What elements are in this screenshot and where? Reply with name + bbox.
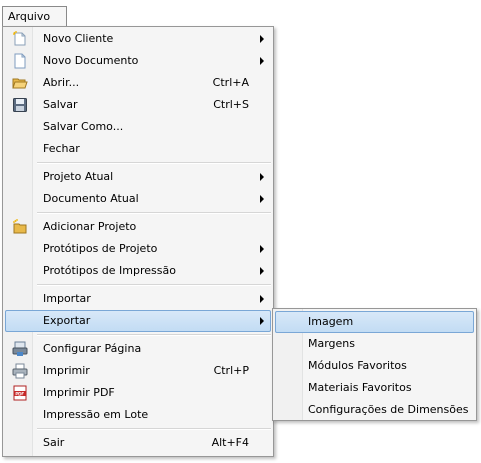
menu-item-shortcut: Ctrl+P xyxy=(213,364,249,377)
menu-item-shortcut: Ctrl+S xyxy=(213,98,249,111)
submenu-item-imagem[interactable]: Imagem xyxy=(275,311,474,333)
menu-item-label: Salvar Como... xyxy=(43,120,124,133)
menu-item-label: Fechar xyxy=(43,142,80,155)
menu-item-label: Configurar Página xyxy=(43,342,142,355)
submenu-arrow-icon xyxy=(260,267,264,275)
menu-item-label: Impressão em Lote xyxy=(43,408,149,421)
menu-item-label: Projeto Atual xyxy=(43,170,114,183)
menu-item-documento-atual[interactable]: Documento Atual xyxy=(5,188,271,210)
submenu-item-label: Módulos Favoritos xyxy=(308,359,407,372)
menu-item-shortcut: Ctrl+A xyxy=(212,76,249,89)
menu-item-label: Sair xyxy=(43,436,65,449)
menu-item-salvar[interactable]: Salvar Ctrl+S xyxy=(5,94,271,116)
menu-item-imprimir[interactable]: Imprimir Ctrl+P xyxy=(5,360,271,382)
add-project-icon xyxy=(12,219,28,235)
menu-separator xyxy=(37,212,271,214)
submenu-arrow-icon xyxy=(260,195,264,203)
printer-icon xyxy=(12,363,28,379)
menu-item-projeto-atual[interactable]: Projeto Atual xyxy=(5,166,271,188)
menu-item-imprimir-pdf[interactable]: Imprimir PDF xyxy=(5,382,271,404)
menu-separator xyxy=(37,284,271,286)
menu-item-label: Adicionar Projeto xyxy=(43,220,137,233)
menu-separator xyxy=(37,334,271,336)
menu-item-sair[interactable]: Sair Alt+F4 xyxy=(5,432,271,454)
menu-item-abrir[interactable]: Abrir... Ctrl+A xyxy=(5,72,271,94)
menu-item-configurar-pagina[interactable]: Configurar Página xyxy=(5,338,271,360)
submenu-arrow-icon xyxy=(260,245,264,253)
menu-item-label: Abrir... xyxy=(43,76,80,89)
open-folder-icon xyxy=(12,75,28,91)
pdf-icon xyxy=(12,385,28,401)
menu-item-adicionar-projeto[interactable]: Adicionar Projeto xyxy=(5,216,271,238)
menu-item-label: Novo Cliente xyxy=(43,32,114,45)
submenu-arrow-icon xyxy=(260,317,264,325)
submenu-item-configuracoes-de-dimensoes[interactable]: Configurações de Dimensões xyxy=(275,399,474,421)
submenu-item-label: Margens xyxy=(308,337,356,350)
submenu-item-label: Configurações de Dimensões xyxy=(308,403,469,416)
submenu-arrow-icon xyxy=(260,295,264,303)
menu-item-label: Novo Documento xyxy=(43,54,139,67)
menu-arquivo[interactable]: Arquivo xyxy=(2,6,67,27)
menu-item-label: Imprimir PDF xyxy=(43,386,115,399)
menu-item-salvar-como[interactable]: Salvar Como... xyxy=(5,116,271,138)
menu-item-importar[interactable]: Importar xyxy=(5,288,271,310)
submenu-item-label: Imagem xyxy=(308,315,354,328)
menu-item-label: Protótipos de Projeto xyxy=(43,242,158,255)
menu-item-impressao-em-lote[interactable]: Impressão em Lote xyxy=(5,404,271,426)
menu-separator xyxy=(37,428,271,430)
page-setup-icon xyxy=(12,341,28,357)
submenu-item-margens[interactable]: Margens xyxy=(275,333,474,355)
menu-item-shortcut: Alt+F4 xyxy=(211,436,249,449)
submenu-item-materiais-favoritos[interactable]: Materiais Favoritos xyxy=(275,377,474,399)
new-client-icon xyxy=(12,31,28,47)
submenu-arrow-icon xyxy=(260,35,264,43)
submenu-item-modulos-favoritos[interactable]: Módulos Favoritos xyxy=(275,355,474,377)
menu-item-prototipos-de-impressao[interactable]: Protótipos de Impressão xyxy=(5,260,271,282)
menu-item-novo-cliente[interactable]: Novo Cliente xyxy=(5,28,271,50)
exportar-submenu: Imagem Margens Módulos Favoritos Materia… xyxy=(272,308,477,421)
menu-item-label: Exportar xyxy=(43,314,91,327)
arquivo-dropdown-menu: Novo Cliente Novo Documento Abrir... Ctr… xyxy=(2,26,274,457)
menu-item-exportar[interactable]: Exportar xyxy=(5,310,271,332)
menu-separator xyxy=(37,162,271,164)
save-icon xyxy=(12,97,28,113)
menu-item-label: Documento Atual xyxy=(43,192,139,205)
submenu-arrow-icon xyxy=(260,57,264,65)
menu-item-label: Salvar xyxy=(43,98,78,111)
submenu-item-label: Materiais Favoritos xyxy=(308,381,412,394)
menu-item-label: Imprimir xyxy=(43,364,90,377)
menu-item-prototipos-de-projeto[interactable]: Protótipos de Projeto xyxy=(5,238,271,260)
menu-item-fechar[interactable]: Fechar xyxy=(5,138,271,160)
new-document-icon xyxy=(12,53,28,69)
menu-item-novo-documento[interactable]: Novo Documento xyxy=(5,50,271,72)
submenu-arrow-icon xyxy=(260,173,264,181)
menu-item-label: Importar xyxy=(43,292,91,305)
menu-item-label: Protótipos de Impressão xyxy=(43,264,176,277)
